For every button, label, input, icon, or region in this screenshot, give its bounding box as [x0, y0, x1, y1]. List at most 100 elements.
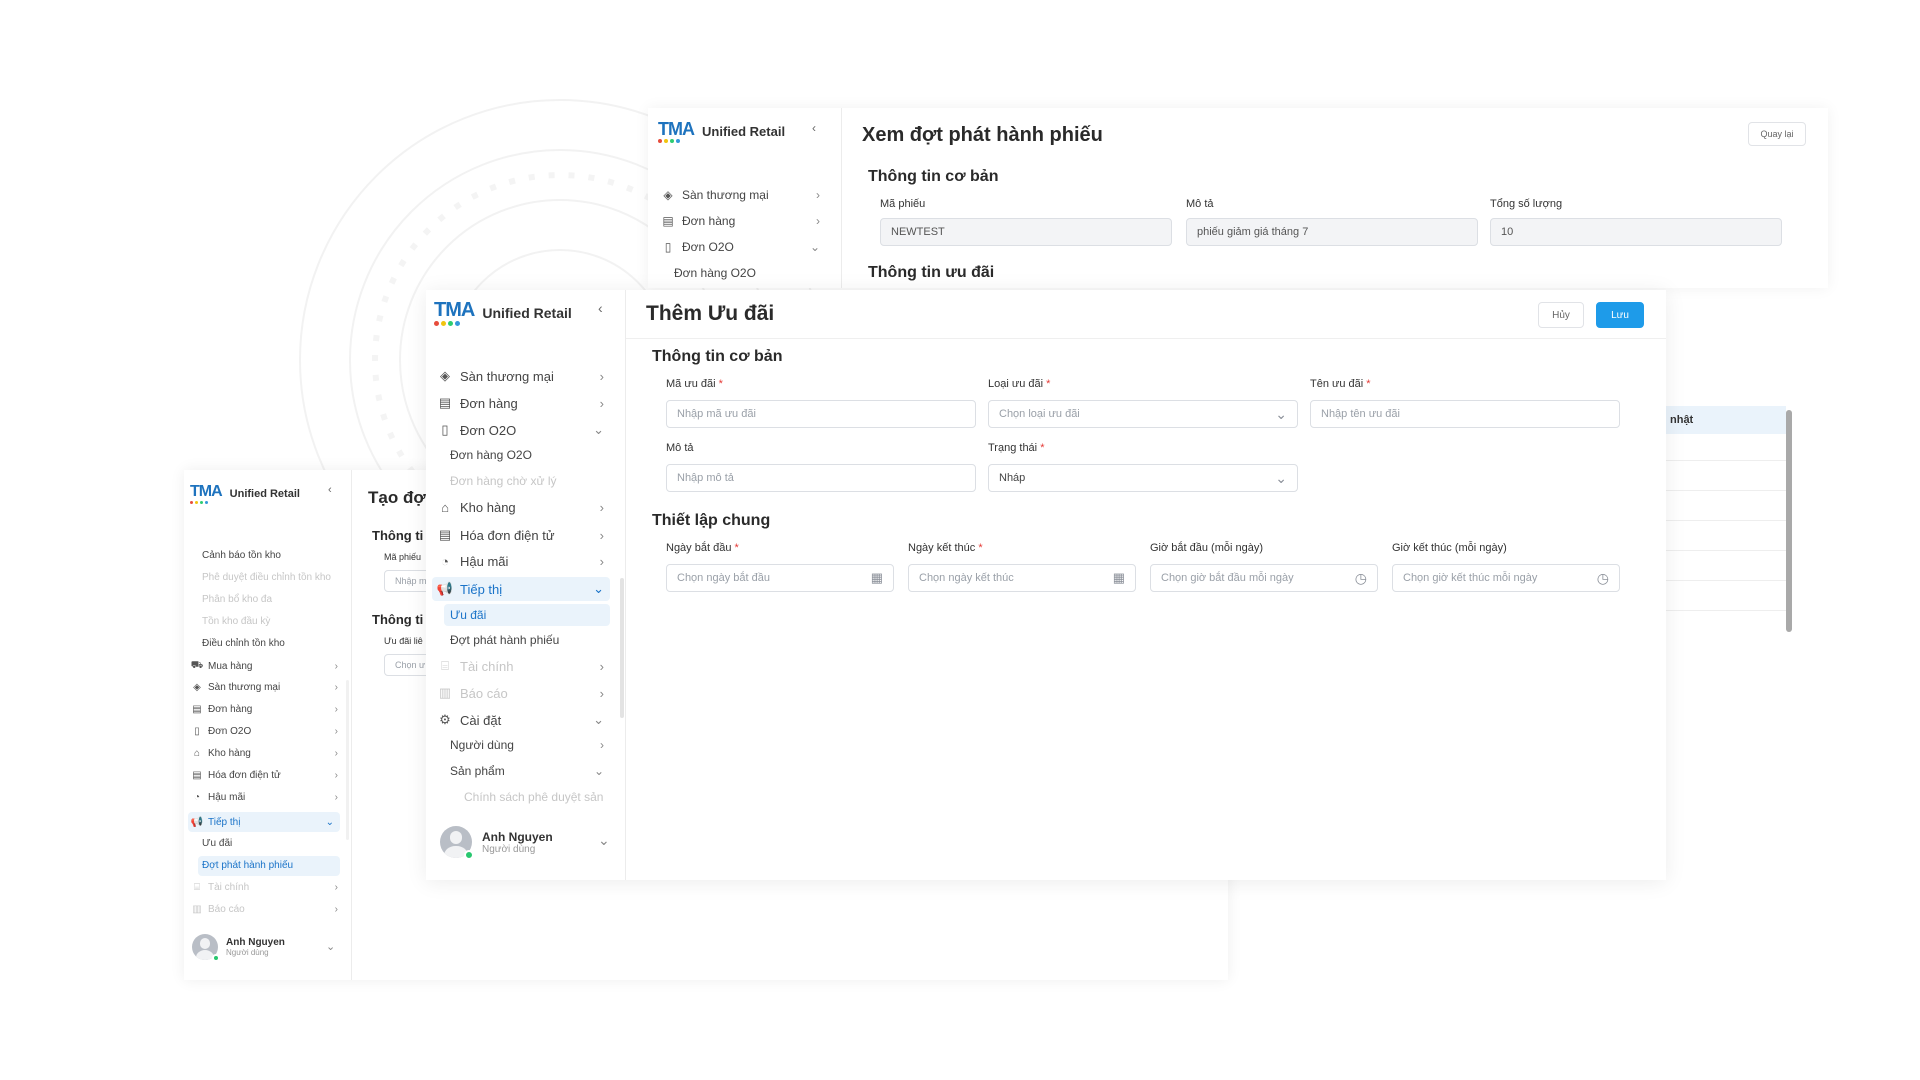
- chevron-down-icon: ⌄: [593, 581, 604, 596]
- chevron-down-icon[interactable]: ⌄: [326, 940, 335, 953]
- chevron-down-icon[interactable]: ⌄: [598, 832, 610, 849]
- field-label-uu-dai: Ưu đãi liê: [384, 636, 423, 646]
- receipt-icon: ▤: [192, 704, 202, 715]
- sidebar-item-tiep-thi[interactable]: 📢 Tiếp thị ⌄: [432, 577, 610, 601]
- chevron-down-icon: ⌄: [593, 764, 604, 778]
- invoice-icon: ▤: [438, 527, 452, 542]
- chevron-right-icon: ›: [599, 658, 604, 674]
- chevron-right-icon: ›: [599, 368, 604, 384]
- mo-ta-input[interactable]: Nhập mô tả: [666, 464, 976, 492]
- sidebar-item-cai-dat[interactable]: ⚙ Cài đặt ⌄: [436, 712, 604, 728]
- chevron-down-icon: ⌄: [809, 240, 820, 254]
- sidebar-item-tiep-thi[interactable]: 📢 Tiếp thị ⌄: [188, 812, 340, 832]
- ma-phieu-field[interactable]: NEWTEST: [880, 218, 1172, 246]
- chevron-down-icon: ⌄: [1275, 469, 1287, 486]
- chevron-right-icon: ›: [334, 770, 338, 781]
- sidebar-subitem-ton-kho-dau-ky[interactable]: Tồn kho đầu kỳ: [202, 616, 270, 627]
- sidebar-item-tai-chinh[interactable]: ⌸ Tài chính ›: [436, 658, 604, 674]
- user-profile[interactable]: Anh Nguyen Người dùng: [440, 826, 553, 860]
- section-offer-info: Thông ti: [372, 612, 424, 627]
- sidebar-subitem-phe-duyet[interactable]: Phê duyệt điều chỉnh tồn kho: [202, 572, 331, 583]
- chevron-down-icon: ⌄: [325, 816, 334, 828]
- sidebar-subitem-uu-dai[interactable]: Ưu đãi: [202, 838, 232, 849]
- warehouse-icon: ⌂: [193, 748, 201, 759]
- sidebar-item-san-thuong-mai[interactable]: ◈ Sàn thương mại ›: [190, 682, 338, 693]
- report-icon: ▥: [438, 685, 452, 700]
- sidebar-item-bao-cao[interactable]: ▥ Báo cáo ›: [436, 685, 604, 701]
- ten-uu-dai-input[interactable]: Nhập tên ưu đãi: [1310, 400, 1620, 428]
- chevron-left-icon[interactable]: ‹: [812, 121, 816, 135]
- brand: TMA Unified Retail: [434, 300, 572, 326]
- sidebar-subitem-san-pham[interactable]: Sản phẩm ⌄: [450, 764, 604, 778]
- chevron-right-icon: ›: [599, 554, 604, 569]
- sidebar-subitem-don-hang-o2o[interactable]: Đơn hàng O2O: [450, 448, 532, 462]
- sidebar-item-don-o2o[interactable]: ▯ Đơn O2O ⌄: [660, 240, 820, 254]
- chevron-right-icon: ›: [334, 704, 338, 715]
- ngay-ket-thuc-picker[interactable]: Chọn ngày kết thúc ▦: [908, 564, 1136, 592]
- sidebar-item-san-thuong-mai[interactable]: ◈ Sàn thương mại ›: [436, 368, 604, 384]
- tma-logo: TMA: [658, 120, 695, 143]
- sidebar-item-tai-chinh[interactable]: ⌸ Tài chính ›: [190, 882, 338, 893]
- sidebar-item-don-hang[interactable]: ▤ Đơn hàng ›: [190, 704, 338, 715]
- chevron-left-icon[interactable]: ‹: [598, 300, 603, 316]
- sidebar-scrollbar[interactable]: [346, 680, 349, 840]
- sidebar-item-hau-mai[interactable]: ◔ Hậu mãi ›: [436, 554, 604, 569]
- gio-ket-thuc-picker[interactable]: Chọn giờ kết thúc mỗi ngày ◷: [1392, 564, 1620, 592]
- chevron-right-icon: ›: [599, 500, 604, 515]
- support-icon: ◔: [193, 792, 201, 803]
- sidebar-item-bao-cao[interactable]: ▥ Báo cáo ›: [190, 904, 338, 915]
- chevron-right-icon: ›: [334, 726, 338, 737]
- sidebar-subitem-chinh-sach[interactable]: Chính sách phê duyệt sản: [464, 790, 603, 804]
- document-icon: ▯: [441, 422, 449, 437]
- chevron-right-icon: ›: [600, 738, 604, 752]
- sidebar-item-hoa-don[interactable]: ▤ Hóa đơn điện tử ›: [190, 770, 338, 781]
- page-title: Thêm Ưu đãi: [646, 302, 775, 325]
- ngay-bat-dau-picker[interactable]: Chọn ngày bắt đầu ▦: [666, 564, 894, 592]
- section-general-settings: Thiết lập chung: [652, 512, 771, 529]
- sidebar-item-hoa-don[interactable]: ▤ Hóa đơn điện tử ›: [436, 527, 604, 543]
- sidebar-item-don-hang[interactable]: ▤ Đơn hàng ›: [436, 395, 604, 411]
- chevron-left-icon[interactable]: ‹: [328, 484, 332, 496]
- loai-uu-dai-select[interactable]: Chọn loại ưu đãi ⌄: [988, 400, 1298, 428]
- report-icon: ▥: [192, 904, 202, 915]
- sidebar-item-hau-mai[interactable]: ◔ Hậu mãi ›: [190, 792, 338, 803]
- calendar-icon: ▦: [870, 570, 883, 585]
- scrollbar-thumb[interactable]: [1786, 410, 1792, 632]
- sidebar-subitem-dot-phat-hanh[interactable]: Đợt phát hành phiếu: [198, 856, 340, 876]
- sidebar-item-don-o2o[interactable]: ▯ Đơn O2O ⌄: [436, 422, 604, 438]
- sidebar-scrollbar[interactable]: [620, 578, 624, 718]
- receipt-icon: ▤: [438, 395, 452, 410]
- user-profile[interactable]: Anh Nguyen Người dùng: [192, 934, 285, 962]
- cancel-button[interactable]: Hủy: [1538, 302, 1584, 328]
- cart-icon: ⛟: [190, 660, 204, 671]
- sidebar-item-kho-hang[interactable]: ⌂ Kho hàng ›: [436, 500, 604, 515]
- warehouse-icon: ⌂: [441, 500, 449, 515]
- chevron-right-icon: ›: [816, 188, 820, 202]
- field-label-ma-uu-dai: Mã ưu đãi *: [666, 378, 723, 390]
- sidebar-item-don-o2o[interactable]: ▯ Đơn O2O ›: [190, 726, 338, 737]
- section-offer-info: Thông tin ưu đãi: [868, 264, 995, 281]
- back-button[interactable]: Quay lại: [1748, 122, 1806, 146]
- mo-ta-field[interactable]: phiếu giảm giá tháng 7: [1186, 218, 1478, 246]
- gio-bat-dau-picker[interactable]: Chọn giờ bắt đầu mỗi ngày ◷: [1150, 564, 1378, 592]
- field-label-tong-so-luong: Tổng số lượng: [1490, 198, 1563, 210]
- field-label-gio-ket-thuc: Giờ kết thúc (mỗi ngày): [1392, 542, 1507, 554]
- sidebar-subitem-nguoi-dung[interactable]: Người dùng ›: [450, 738, 604, 752]
- save-button[interactable]: Lưu: [1596, 302, 1644, 328]
- sidebar-subitem-phan-bo[interactable]: Phân bổ kho đa: [202, 594, 272, 605]
- clock-icon: ◷: [1596, 569, 1609, 586]
- sidebar-subitem-don-hang-cho-xu-ly[interactable]: Đơn hàng chờ xử lý: [450, 474, 556, 488]
- ma-uu-dai-input[interactable]: Nhập mã ưu đãi: [666, 400, 976, 428]
- sidebar-subitem-don-hang-o2o[interactable]: Đơn hàng O2O: [674, 266, 756, 280]
- field-label-ten-uu-dai: Tên ưu đãi *: [1310, 378, 1371, 390]
- sidebar-item-san-thuong-mai[interactable]: ◈ Sàn thương mại ›: [660, 188, 820, 202]
- tong-so-luong-field[interactable]: 10: [1490, 218, 1782, 246]
- sidebar-subitem-canh-bao-ton-kho[interactable]: Cảnh báo tồn kho: [202, 550, 281, 561]
- sidebar-item-kho-hang[interactable]: ⌂ Kho hàng ›: [190, 748, 338, 759]
- trang-thai-select[interactable]: Nháp ⌄: [988, 464, 1298, 492]
- sidebar-item-mua-hang[interactable]: ⛟ Mua hàng ›: [190, 660, 338, 673]
- sidebar-subitem-dieu-chinh[interactable]: Điều chỉnh tồn kho: [202, 638, 285, 649]
- sidebar-subitem-uu-dai[interactable]: Ưu đãi: [444, 604, 610, 626]
- sidebar-subitem-dot-phat-hanh[interactable]: Đợt phát hành phiếu: [450, 633, 559, 647]
- sidebar-item-don-hang[interactable]: ▤ Đơn hàng ›: [660, 214, 820, 228]
